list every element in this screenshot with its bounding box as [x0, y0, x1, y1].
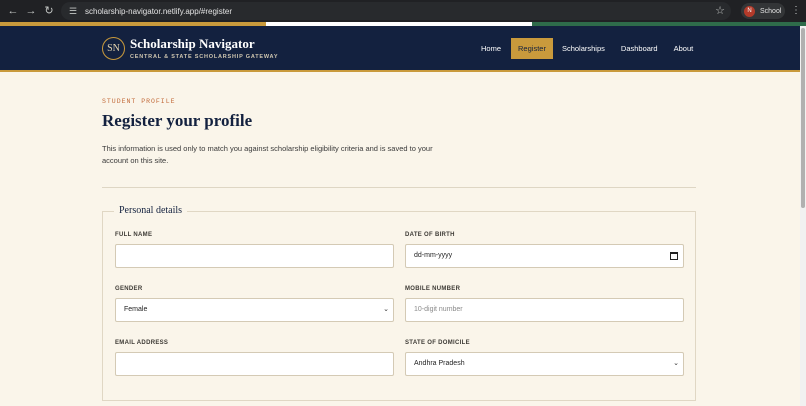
url-text[interactable]: scholarship-navigator.netlify.app/#regis… [85, 7, 232, 16]
nav-scholarships[interactable]: Scholarships [555, 38, 612, 59]
tune-icon[interactable]: ☰ [67, 5, 79, 17]
chevron-down-icon: ⌄ [673, 360, 679, 367]
address-bar[interactable]: ☰ scholarship-navigator.netlify.app/#reg… [61, 2, 731, 20]
state-value: Andhra Pradesh [414, 360, 465, 367]
star-icon[interactable]: ☆ [715, 4, 725, 17]
reload-icon[interactable]: ↻ [42, 4, 56, 18]
nav-dashboard[interactable]: Dashboard [614, 38, 665, 59]
profile-chip[interactable]: N School [741, 3, 785, 19]
brand-subtitle: CENTRAL & STATE SCHOLARSHIP GATEWAY [130, 54, 279, 60]
fieldset-legend: Personal details [114, 205, 188, 216]
section-eyebrow: STUDENT PROFILE [102, 98, 176, 105]
nav-register[interactable]: Register [511, 38, 553, 59]
email-input[interactable] [115, 352, 394, 376]
mobile-input[interactable]: 10-digit number [405, 298, 684, 322]
brand-title[interactable]: Scholarship Navigator [130, 36, 255, 52]
email-label: EMAIL ADDRESS [115, 340, 169, 346]
kebab-menu-icon[interactable]: ⋮ [791, 4, 801, 18]
intro-text: This information is used only to match y… [102, 144, 433, 165]
arrow-left-icon[interactable]: ← [6, 4, 20, 18]
gender-value: Female [124, 306, 148, 313]
nav-home[interactable]: Home [474, 38, 508, 59]
gender-label: GENDER [115, 286, 143, 292]
gender-select[interactable]: Female ⌄ [115, 298, 394, 322]
divider [102, 187, 696, 188]
main-nav: Home Register Scholarships Dashboard Abo… [474, 38, 700, 59]
browser-toolbar: ← → ↻ ☰ scholarship-navigator.netlify.ap… [0, 0, 806, 22]
full-name-input[interactable] [115, 244, 394, 268]
nav-about[interactable]: About [667, 38, 701, 59]
arrow-right-icon[interactable]: → [24, 4, 38, 18]
dob-placeholder: dd-mm-yyyy [414, 252, 453, 259]
full-name-label: FULL NAME [115, 232, 153, 238]
page-title: Register your profile [102, 111, 253, 130]
scrollbar[interactable] [800, 26, 806, 406]
scrollbar-thumb[interactable] [801, 28, 805, 208]
calendar-icon[interactable] [670, 252, 678, 260]
dob-label: DATE OF BIRTH [405, 232, 455, 238]
dob-input[interactable]: dd-mm-yyyy [405, 244, 684, 268]
avatar: N [744, 5, 755, 17]
state-label: STATE OF DOMICILE [405, 340, 470, 346]
mobile-label: MOBILE NUMBER [405, 286, 461, 292]
profile-name: School [760, 7, 782, 15]
logo-mark[interactable]: SN [102, 37, 125, 60]
state-select[interactable]: Andhra Pradesh ⌄ [405, 352, 684, 376]
chevron-down-icon: ⌄ [383, 306, 389, 313]
site-header: SN Scholarship Navigator CENTRAL & STATE… [0, 26, 800, 72]
